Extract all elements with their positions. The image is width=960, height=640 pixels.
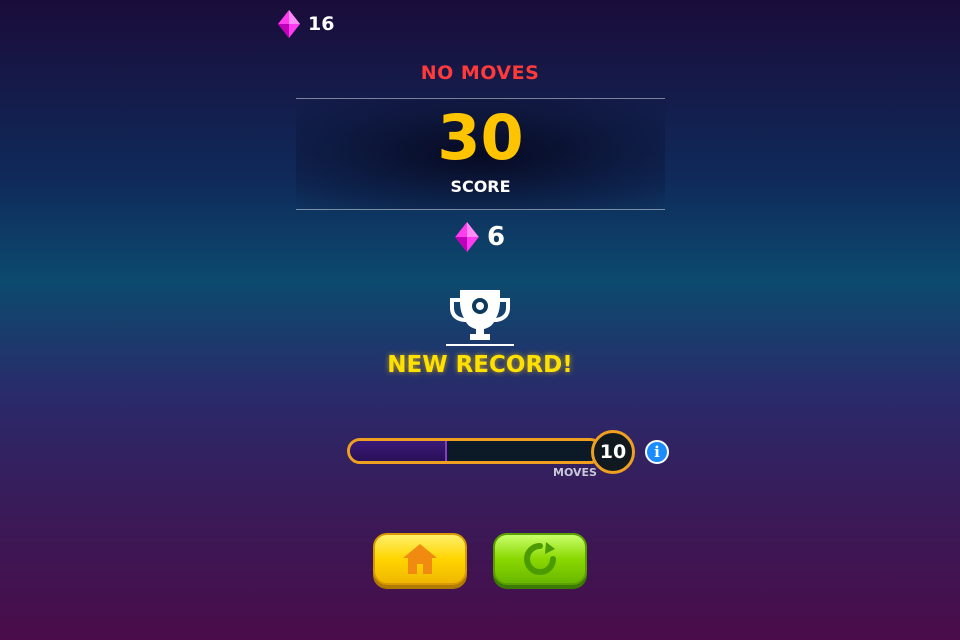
pink-gem-icon [278,10,300,38]
score-panel: 30 SCORE [296,98,665,210]
retry-button[interactable] [493,533,587,585]
gems-earned: 6 [455,222,505,252]
info-button[interactable]: i [645,440,669,464]
home-icon [403,544,437,574]
pink-gem-icon [455,222,479,252]
trophy-icon [446,290,514,346]
moves-label: MOVES [553,466,597,479]
score-value: 30 [437,101,524,174]
status-text: NO MOVES [420,62,540,84]
gems-earned-value: 6 [487,222,506,252]
gem-counter: 16 [278,10,334,38]
score-label: SCORE [450,177,511,196]
moves-progress-bar [347,438,603,464]
progress-fill [350,441,447,461]
gem-count: 16 [308,13,335,35]
new-record-text: NEW RECORD! [387,352,573,378]
restart-icon [524,542,556,575]
home-button[interactable] [373,533,467,585]
